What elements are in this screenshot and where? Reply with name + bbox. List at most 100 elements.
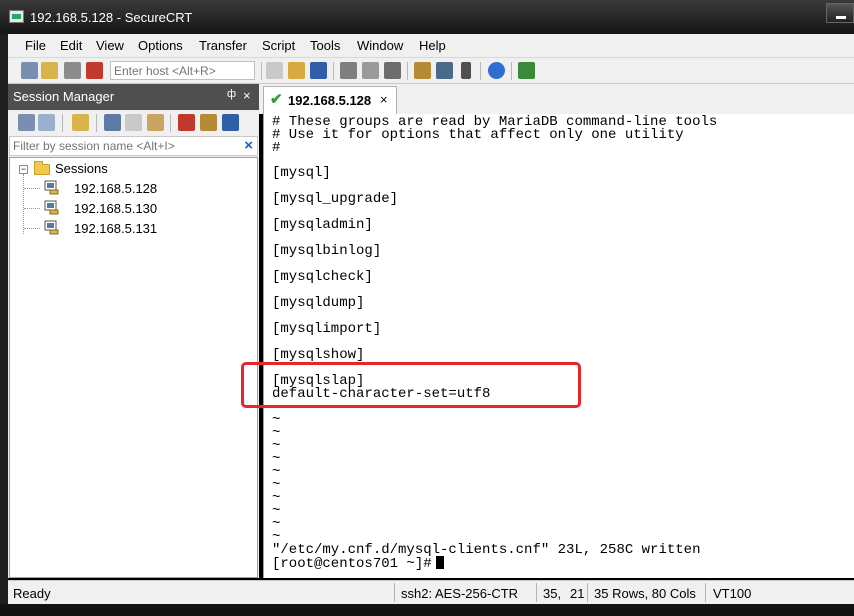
- toolbar-separator: [333, 62, 334, 80]
- toolbar-separator: [96, 114, 97, 132]
- status-bar: Ready ssh2: AES-256-CTR 35, 21 35 Rows, …: [8, 580, 854, 604]
- collapse-icon[interactable]: −: [19, 165, 28, 174]
- session-icon: [44, 220, 59, 235]
- session-filter-box: ×: [9, 136, 258, 156]
- folder-icon: [34, 161, 50, 175]
- new-session-icon[interactable]: [72, 114, 89, 131]
- toolbar-separator: [62, 114, 63, 132]
- disconnect-icon[interactable]: [86, 62, 103, 79]
- find-icon[interactable]: [310, 62, 327, 79]
- copy-session-icon[interactable]: [125, 114, 142, 131]
- session-item[interactable]: 192.168.5.128: [74, 181, 157, 196]
- connect-tab-icon[interactable]: [38, 114, 55, 131]
- quick-connect-icon[interactable]: [41, 62, 58, 79]
- tree-connector: [24, 228, 40, 229]
- connect-session-icon[interactable]: [18, 114, 35, 131]
- host-input[interactable]: [110, 61, 255, 80]
- session-manager-panel: Session Manager ф × × − Sessions 192.168…: [8, 84, 259, 578]
- connected-check-icon: ✔: [270, 91, 283, 108]
- securecrt-app-icon: [9, 10, 24, 23]
- window-frame-bottom: [0, 604, 854, 616]
- delete-icon[interactable]: [178, 114, 195, 131]
- terminal-prompt-line: [root@centos701 ~]#: [272, 556, 444, 571]
- menu-help[interactable]: Help: [419, 38, 446, 53]
- menu-options[interactable]: Options: [138, 38, 183, 53]
- menu-file[interactable]: File: [25, 38, 46, 53]
- terminal-view[interactable]: # These groups are read by MariaDB comma…: [263, 114, 854, 578]
- menu-bar: File Edit View Options Transfer Script T…: [8, 34, 854, 58]
- menu-transfer[interactable]: Transfer: [199, 38, 247, 53]
- close-panel-icon[interactable]: ×: [243, 88, 251, 103]
- terminal-line: [mysqlcheck]: [272, 269, 373, 285]
- session-manager-toolbar: [8, 110, 259, 136]
- find-session-icon[interactable]: [222, 114, 239, 131]
- tree-connector: [24, 208, 40, 209]
- status-separator: [394, 583, 395, 602]
- session-filter-input[interactable]: [10, 137, 238, 155]
- paste-icon[interactable]: [288, 62, 305, 79]
- status-separator: [536, 583, 537, 602]
- menu-script[interactable]: Script: [262, 38, 295, 53]
- session-manager-header: Session Manager ф ×: [8, 84, 259, 110]
- session-options-icon[interactable]: [414, 62, 431, 79]
- tree-connector: [23, 174, 24, 234]
- terminal-line: [mysql]: [272, 165, 331, 181]
- clear-filter-icon[interactable]: ×: [244, 137, 253, 154]
- terminal-line: [mysqlshow]: [272, 347, 365, 363]
- session-manager-title: Session Manager: [13, 89, 115, 104]
- toolbar-separator: [480, 62, 481, 80]
- print-setup-icon[interactable]: [362, 62, 379, 79]
- status-cipher: ssh2: AES-256-CTR: [401, 586, 519, 601]
- terminal-line: [mysqldump]: [272, 295, 365, 311]
- toolbar-separator: [170, 114, 171, 132]
- print-icon[interactable]: [340, 62, 357, 79]
- title-bar: 192.168.5.128 - SecureCRT: [0, 0, 854, 34]
- session-icon: [44, 180, 59, 195]
- properties-icon[interactable]: [200, 114, 217, 131]
- cut-icon[interactable]: [104, 114, 121, 131]
- status-row: 35,: [543, 586, 562, 601]
- terminal-line: [mysqlbinlog]: [272, 243, 382, 259]
- toolbar-separator: [511, 62, 512, 80]
- menu-edit[interactable]: Edit: [60, 38, 82, 53]
- copy-icon[interactable]: [266, 62, 283, 79]
- session-item[interactable]: 192.168.5.130: [74, 201, 157, 216]
- terminal-line: "/etc/my.cnf.d/mysql-clients.cnf" 23L, 2…: [272, 542, 701, 558]
- terminal-line: [mysql_upgrade]: [272, 191, 399, 207]
- session-tab[interactable]: ✔ 192.168.5.128 ×: [263, 86, 397, 114]
- status-separator: [705, 583, 706, 602]
- sftp-icon[interactable]: [518, 62, 535, 79]
- session-item[interactable]: 192.168.5.131: [74, 221, 157, 236]
- status-ready: Ready: [13, 586, 51, 601]
- toolbar-separator: [407, 62, 408, 80]
- menu-window[interactable]: Window: [357, 38, 403, 53]
- status-emulation: VT100: [713, 586, 752, 601]
- session-tab-label[interactable]: 192.168.5.128: [288, 93, 371, 108]
- menu-view[interactable]: View: [96, 38, 124, 53]
- terminal-line: # Use it for options that affect only on…: [272, 127, 684, 143]
- close-tab-icon[interactable]: ×: [380, 92, 388, 107]
- reconnect-icon[interactable]: [64, 62, 81, 79]
- status-col: 21: [570, 586, 585, 601]
- window-title: 192.168.5.128 - SecureCRT: [30, 10, 193, 25]
- global-options-icon[interactable]: [436, 62, 453, 79]
- terminal-line: [mysqlimport]: [272, 321, 382, 337]
- paste-session-icon[interactable]: [147, 114, 164, 131]
- print-screen-icon[interactable]: [384, 62, 401, 79]
- tree-connector: [24, 188, 40, 189]
- terminal-line: #: [272, 140, 281, 156]
- terminal-prompt: [root@centos701 ~]#: [272, 556, 432, 572]
- red-highlight-box: [241, 362, 581, 408]
- window-frame-left: [0, 34, 8, 616]
- connect-icon[interactable]: [21, 62, 38, 79]
- keymap-icon[interactable]: [461, 62, 471, 79]
- tree-item-sessions[interactable]: Sessions: [55, 161, 108, 176]
- help-icon[interactable]: [488, 62, 505, 79]
- session-tab-strip: ✔ 192.168.5.128 ×: [259, 84, 854, 114]
- pin-icon[interactable]: ф: [227, 88, 236, 100]
- menu-tools[interactable]: Tools: [310, 38, 340, 53]
- session-icon: [44, 200, 59, 215]
- toolbar-separator: [261, 62, 262, 80]
- session-tree: − Sessions 192.168.5.128 192.168.5.130 1…: [9, 157, 258, 578]
- minimize-button[interactable]: [826, 3, 854, 23]
